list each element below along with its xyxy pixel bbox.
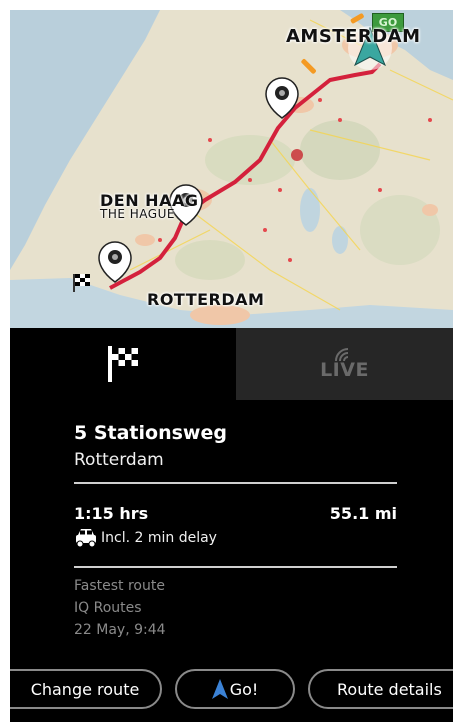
- routing-engine: IQ Routes: [74, 600, 142, 616]
- green-area: [205, 135, 295, 185]
- route-map[interactable]: GO AMSTERDAM DEN HAAG THE HAGUE ROTTERDA…: [10, 10, 453, 328]
- action-bar: Change route Go! Route details: [10, 660, 453, 722]
- route-info-panel: 5 Stationsweg Rotterdam 1:15 hrs 55.1 mi…: [10, 400, 453, 660]
- delay-row: Incl. 2 min delay: [74, 526, 217, 548]
- route-details-button[interactable]: Route details: [308, 669, 453, 709]
- car-icon: [76, 529, 96, 548]
- lake: [332, 226, 348, 254]
- route-planner-screen: GO AMSTERDAM DEN HAAG THE HAGUE ROTTERDA…: [10, 10, 453, 722]
- route-tabs: LIVE: [10, 328, 453, 400]
- map-canvas: [10, 10, 453, 328]
- map-label-amsterdam: AMSTERDAM: [286, 26, 421, 47]
- map-label-the-hague: THE HAGUE: [100, 207, 175, 221]
- change-route-button[interactable]: Change route: [10, 669, 162, 709]
- destination-city: Rotterdam: [74, 450, 164, 470]
- go-label: Go!: [229, 679, 259, 699]
- map-label-rotterdam: ROTTERDAM: [147, 290, 265, 309]
- divider: [74, 482, 397, 484]
- route-type: Fastest route: [74, 578, 165, 594]
- lake: [300, 188, 320, 232]
- green-area: [175, 240, 245, 280]
- go-button[interactable]: Go!: [175, 669, 295, 709]
- traffic-incident-icon[interactable]: [291, 149, 303, 161]
- navigation-arrow-icon: [211, 679, 228, 699]
- green-area: [300, 120, 380, 180]
- change-route-label: Change route: [30, 679, 140, 699]
- divider: [74, 566, 397, 568]
- tab-live[interactable]: LIVE: [236, 328, 453, 400]
- destination-street: 5 Stationsweg: [74, 422, 227, 444]
- live-label: LIVE: [320, 359, 369, 381]
- route-details-label: Route details: [337, 679, 442, 699]
- delay-text: Incl. 2 min delay: [101, 530, 217, 546]
- tab-destination[interactable]: [10, 328, 236, 400]
- route-datetime: 22 May, 9:44: [74, 622, 166, 638]
- route-duration: 1:15 hrs: [74, 504, 149, 523]
- checkered-flag-icon: [108, 346, 138, 382]
- route-distance: 55.1 mi: [329, 504, 397, 523]
